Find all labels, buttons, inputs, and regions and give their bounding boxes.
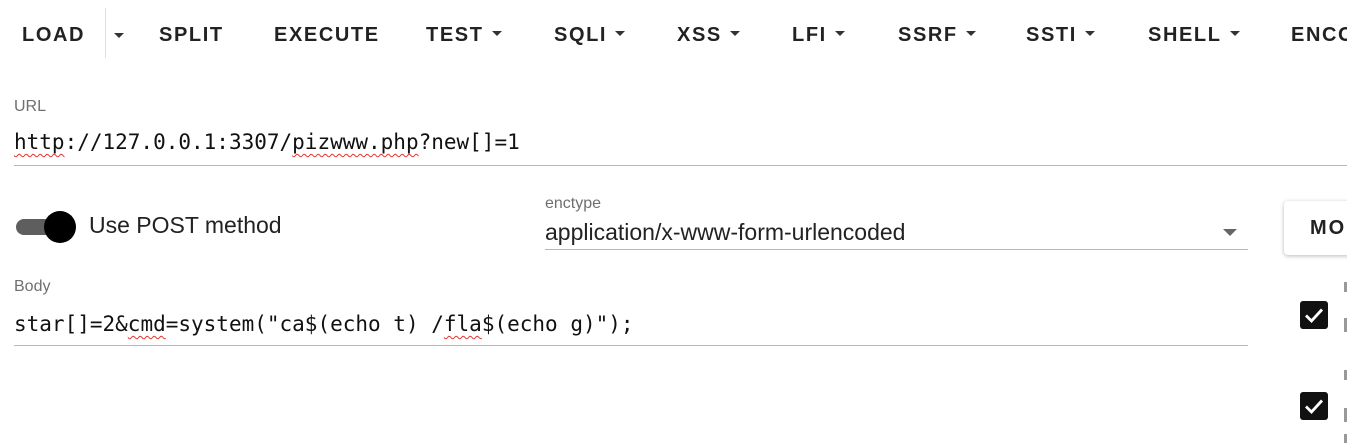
load-menu-button[interactable] xyxy=(106,20,132,50)
chevron-down-icon xyxy=(114,33,124,38)
url-host: ://127.0.0.1:3307/ xyxy=(64,130,293,154)
shell-menu-button[interactable]: SHELL xyxy=(1148,20,1240,50)
sqli-menu-button[interactable]: SQLI xyxy=(554,20,626,50)
split-button[interactable]: SPLIT xyxy=(159,20,224,50)
chevron-down-icon[interactable] xyxy=(1223,229,1237,236)
enctype-select[interactable]: application/x-www-form-urlencoded xyxy=(545,219,905,246)
xss-menu-button[interactable]: XSS xyxy=(677,20,740,50)
body-segment: =system("ca$(echo t) / xyxy=(165,312,444,336)
body-segment: $(echo g)"); xyxy=(481,312,634,336)
post-method-label: Use POST method xyxy=(89,212,282,238)
mode-button[interactable]: MO xyxy=(1284,201,1347,255)
checkmark-icon xyxy=(1305,308,1324,324)
body-segment: star[]=2& xyxy=(14,312,128,336)
checkmark-icon xyxy=(1305,399,1324,415)
ssti-menu-button[interactable]: SSTI xyxy=(1026,20,1095,50)
body-segment-fla: fla xyxy=(443,312,482,336)
encoding-menu-button[interactable]: ENCO xyxy=(1291,20,1347,50)
url-underline xyxy=(14,165,1347,166)
toolbar: LOAD SPLIT EXECUTE TEST SQLI XSS LFI SSR… xyxy=(0,0,1347,70)
enctype-label: enctype xyxy=(545,195,602,212)
url-query: ?new[]=1 xyxy=(418,130,520,154)
chevron-down-icon xyxy=(834,31,845,37)
post-method-toggle[interactable] xyxy=(16,211,76,243)
body-underline xyxy=(14,345,1248,346)
url-path: pizwww.php xyxy=(292,130,419,154)
load-button[interactable]: LOAD xyxy=(22,20,85,50)
ssrf-menu-button[interactable]: SSRF xyxy=(898,20,976,50)
execute-button[interactable]: EXECUTE xyxy=(274,20,380,50)
test-menu-button[interactable]: TEST xyxy=(426,20,502,50)
chevron-down-icon xyxy=(1084,31,1095,37)
enctype-underline xyxy=(545,249,1248,250)
chevron-down-icon xyxy=(729,31,740,37)
body-segment-cmd: cmd xyxy=(127,312,166,336)
chevron-down-icon xyxy=(1229,31,1240,37)
url-input[interactable]: http://127.0.0.1:3307/pizwww.php?new[]=1 xyxy=(14,130,520,154)
checkbox-1[interactable] xyxy=(1300,301,1328,329)
chevron-down-icon xyxy=(491,31,502,37)
chevron-down-icon xyxy=(965,31,976,37)
body-label: Body xyxy=(14,278,51,295)
url-scheme: http xyxy=(14,130,65,154)
body-input[interactable]: star[]=2&cmd=system("ca$(echo t) /fla$(e… xyxy=(14,312,634,336)
url-label: URL xyxy=(14,98,47,115)
checkbox-2[interactable] xyxy=(1300,392,1328,420)
lfi-menu-button[interactable]: LFI xyxy=(792,20,845,50)
chevron-down-icon xyxy=(615,31,626,37)
toggle-knob xyxy=(44,211,76,243)
